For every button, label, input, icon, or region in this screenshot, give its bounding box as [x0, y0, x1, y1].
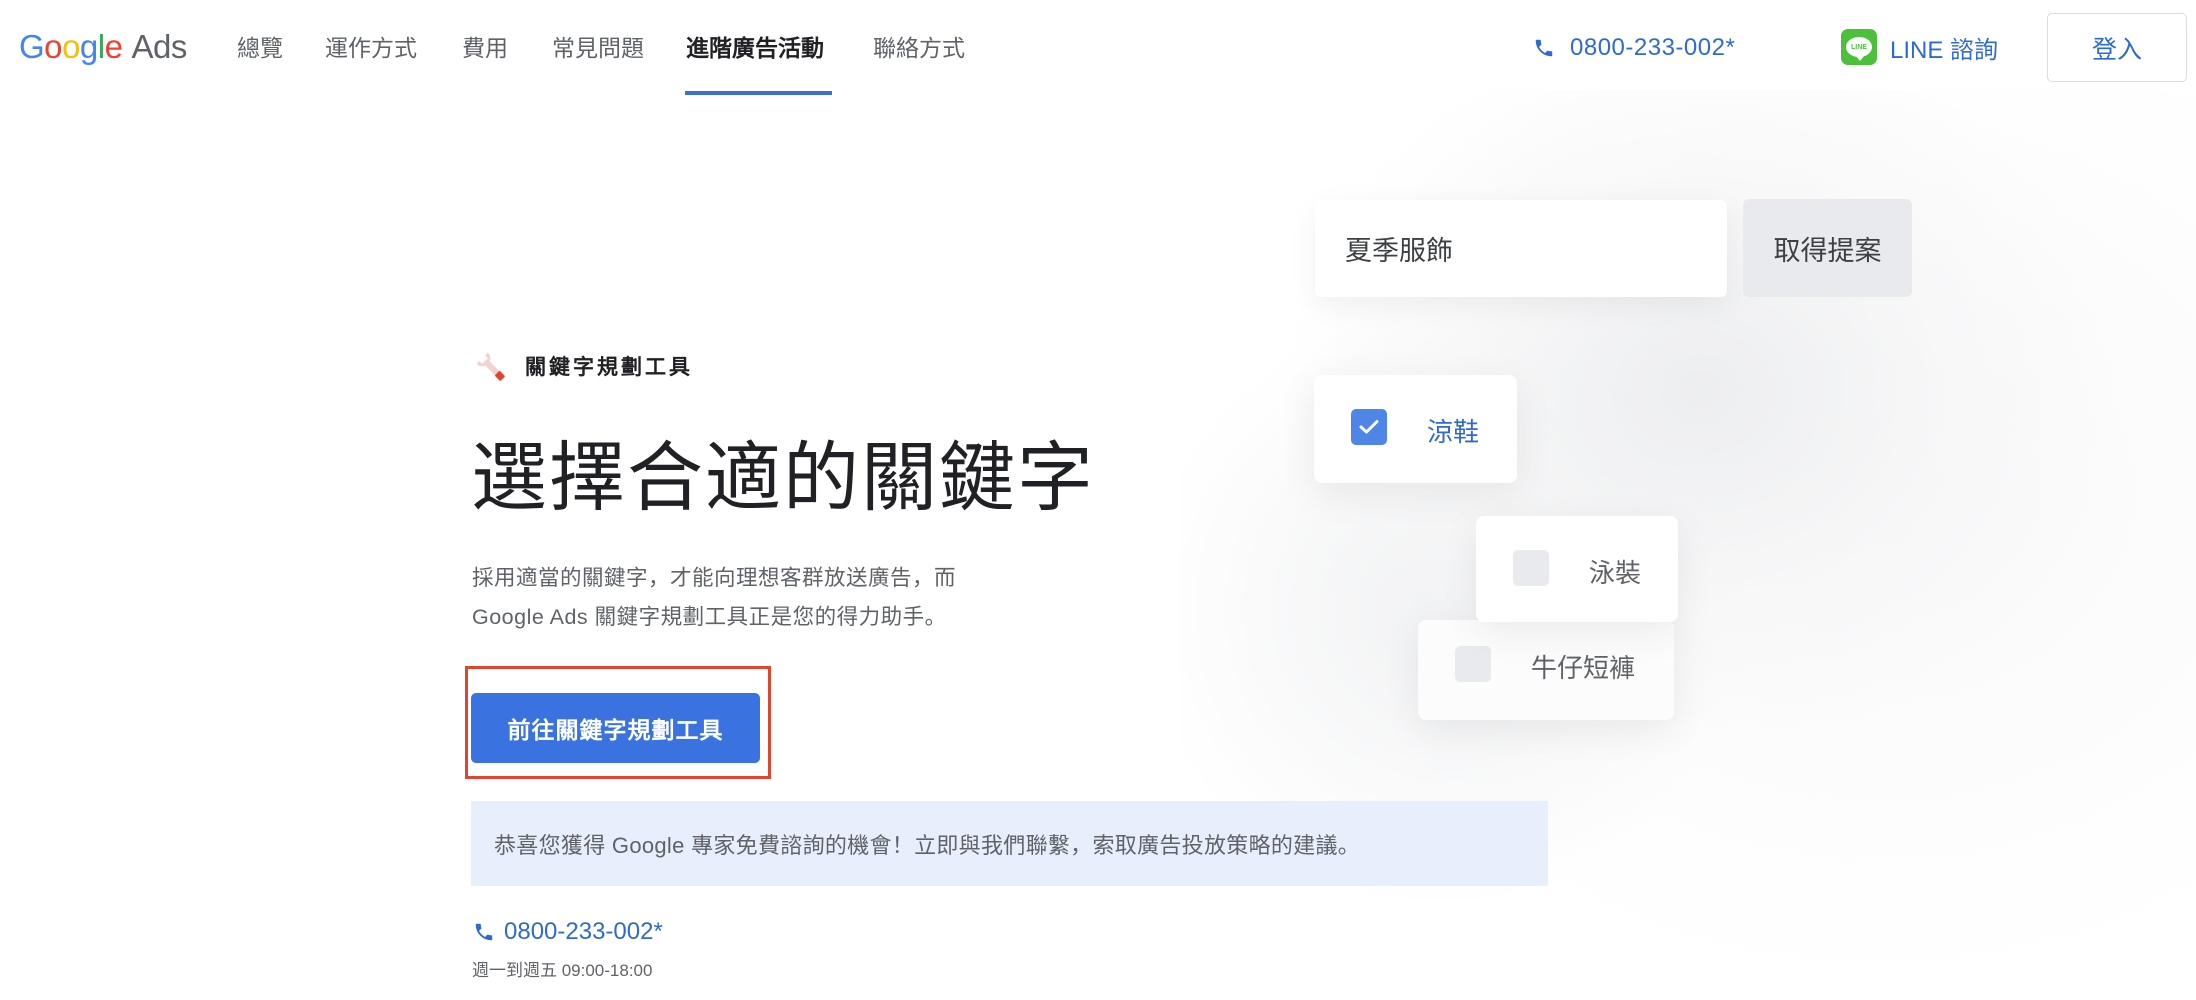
keyword-label: 牛仔短褲 [1531, 653, 1636, 683]
contact-phone-number: 0800-233-002* [504, 918, 663, 945]
keyword-option-card[interactable]: 泳裝 [1476, 516, 1678, 622]
google-ads-logo[interactable]: Google Ads [19, 28, 187, 68]
logo-letter: l [97, 28, 105, 65]
keyword-option-card[interactable]: 牛仔短褲 [1418, 620, 1674, 720]
banner-text: 恭喜您獲得 Google 專家免費諮詢的機會！立即與我們聯繫，索取廣告投放策略的… [494, 832, 1361, 858]
logo-letter: e [104, 28, 123, 65]
logo-letter: o [44, 28, 63, 65]
active-nav-indicator [685, 91, 832, 95]
wrench-icon [476, 352, 505, 381]
nav-contact[interactable]: 聯絡方式 [873, 30, 965, 66]
line-app-icon: LINE [1841, 29, 1877, 65]
header-phone-link[interactable]: 0800-233-002* [1533, 32, 1735, 64]
nav-faq[interactable]: 常見問題 [552, 30, 644, 66]
phone-icon [475, 923, 493, 941]
checkbox-unchecked[interactable] [1513, 550, 1549, 586]
line-icon-text: LINE [1846, 37, 1872, 61]
nav-advanced-campaigns[interactable]: 進階廣告活動 [686, 30, 824, 66]
line-consult-link[interactable]: LINE LINE 諮詢 [1841, 29, 1998, 65]
contact-phone-link[interactable]: 0800-233-002* [473, 916, 663, 948]
login-button[interactable]: 登入 [2047, 13, 2187, 82]
nav-how-it-works[interactable]: 運作方式 [325, 30, 417, 66]
go-to-keyword-planner-button[interactable]: 前往關鍵字規劃工具 [471, 693, 760, 763]
logo-letter: G [19, 28, 45, 65]
hero-description: 採用適當的關鍵字，才能向理想客群放送廣告，而 Google Ads 關鍵字規劃工… [472, 559, 1032, 637]
header-phone-number: 0800-233-002* [1570, 34, 1736, 61]
nav-overview[interactable]: 總覽 [237, 30, 283, 66]
description-line: 採用適當的關鍵字，才能向理想客群放送廣告，而 [472, 566, 957, 590]
business-hours: 週一到週五 09:00-18:00 [472, 961, 653, 980]
logo-product: Ads [131, 28, 187, 65]
phone-icon [1535, 39, 1553, 57]
description-line: Google Ads 關鍵字規劃工具正是您的得力助手。 [472, 605, 947, 629]
logo-letter: o [62, 28, 80, 65]
checkmark-icon [1359, 420, 1379, 434]
nav-cost[interactable]: 費用 [462, 30, 508, 66]
free-consultation-banner: 恭喜您獲得 Google 專家免費諮詢的機會！立即與我們聯繫，索取廣告投放策略的… [471, 801, 1548, 886]
checkbox-checked[interactable] [1351, 409, 1387, 445]
keyword-search-value: 夏季服飾 [1345, 236, 1453, 266]
line-consult-label: LINE 諮詢 [1890, 36, 1999, 64]
logo-letter: g [79, 28, 98, 65]
eyebrow-label: 關鍵字規劃工具 [525, 356, 693, 379]
keyword-label: 涼鞋 [1427, 417, 1480, 447]
keyword-label: 泳裝 [1589, 558, 1642, 588]
page-title: 選擇合適的關鍵字 [471, 436, 1095, 521]
get-suggestions-button[interactable]: 取得提案 [1743, 199, 1912, 297]
keyword-search-input[interactable]: 夏季服飾 [1315, 200, 1727, 297]
keyword-option-card[interactable]: 涼鞋 [1314, 375, 1517, 483]
checkbox-unchecked[interactable] [1455, 646, 1491, 682]
